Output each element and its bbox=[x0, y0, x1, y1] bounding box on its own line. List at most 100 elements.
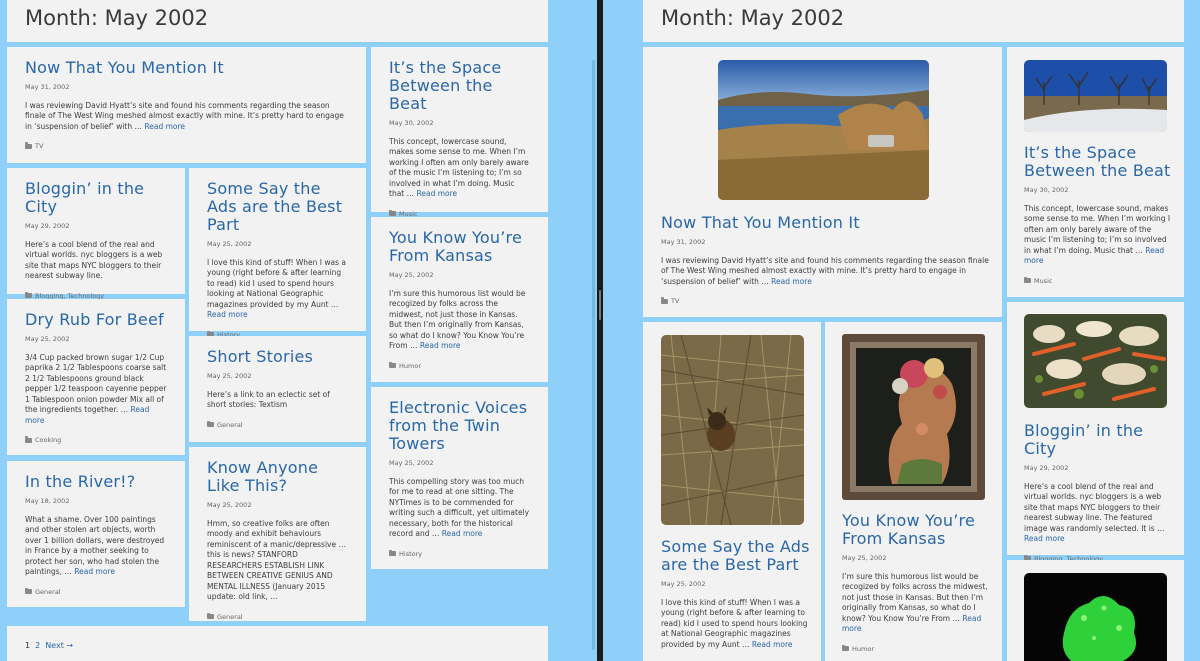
folder-icon bbox=[25, 142, 32, 149]
dog-in-grass-photo[interactable] bbox=[661, 335, 804, 525]
post-title-link[interactable]: It’s the Space Between the Beat bbox=[1024, 144, 1172, 180]
post-card: Know Anyone Like This? May 25, 2002 Hmm,… bbox=[189, 447, 366, 621]
post-title-link[interactable]: In the River!? bbox=[25, 473, 167, 491]
read-more-link[interactable]: Read more bbox=[74, 567, 115, 576]
next-page-link[interactable]: Next → bbox=[45, 641, 73, 650]
category-link[interactable]: General bbox=[35, 588, 61, 596]
post-date[interactable]: May 30, 2002 bbox=[389, 119, 530, 127]
post-date[interactable]: May 30, 2002 bbox=[1024, 186, 1172, 194]
post-excerpt: I was reviewing David Hyatt’s site and f… bbox=[25, 100, 344, 131]
page-title: Month: May 2002 bbox=[661, 6, 845, 30]
archive-header: Month: May 2002 bbox=[7, 0, 548, 42]
category-link[interactable]: Cooking bbox=[35, 436, 61, 444]
scrollbar[interactable] bbox=[592, 60, 595, 650]
post-category: General bbox=[207, 612, 348, 621]
post-card: In the River!? May 18, 2002 What a shame… bbox=[7, 461, 185, 607]
post-card: Dry Rub For Beef May 25, 2002 3/4 Cup pa… bbox=[7, 299, 185, 455]
post-excerpt: This concept, lowercase sound, makes som… bbox=[389, 136, 529, 199]
category-link[interactable]: TV bbox=[35, 142, 43, 150]
post-title-link[interactable]: You Know You’re From Kansas bbox=[389, 229, 530, 265]
read-more-link[interactable]: Read more bbox=[1024, 534, 1065, 543]
post-title-link[interactable]: Dry Rub For Beef bbox=[25, 311, 167, 329]
post-category: Cooking bbox=[25, 436, 167, 444]
post-title-link[interactable]: Know Anyone Like This? bbox=[207, 459, 348, 495]
lake-landscape-photo[interactable] bbox=[718, 60, 929, 200]
post-category: History bbox=[389, 549, 530, 558]
read-more-link[interactable]: Read more bbox=[752, 640, 793, 649]
post-card: Bloggin’ in the City May 29, 2002 Here’s… bbox=[1007, 302, 1184, 563]
category-link[interactable]: General bbox=[217, 613, 243, 621]
post-date[interactable]: May 25, 2002 bbox=[207, 372, 348, 380]
post-category: TV bbox=[661, 297, 991, 305]
post-title-link[interactable]: Bloggin’ in the City bbox=[1024, 422, 1172, 458]
post-excerpt: Here’s a link to an eclectic set of shor… bbox=[207, 389, 330, 410]
left-browser-pane: Month: May 2002 Now That You Mention It … bbox=[0, 0, 597, 661]
folder-icon bbox=[389, 209, 396, 217]
category-link[interactable]: Music bbox=[1034, 277, 1053, 285]
post-date[interactable]: May 25, 2002 bbox=[389, 271, 530, 279]
read-more-link[interactable]: Read more bbox=[417, 189, 458, 198]
category-link[interactable]: General bbox=[217, 421, 243, 429]
post-date[interactable]: May 29, 2002 bbox=[25, 222, 167, 230]
read-more-link[interactable]: Read more bbox=[771, 277, 812, 286]
post-title-link[interactable]: Bloggin’ in the City bbox=[25, 180, 167, 216]
read-more-link[interactable]: Read more bbox=[442, 529, 483, 538]
post-excerpt: What a shame. Over 100 paintings and oth… bbox=[25, 514, 165, 577]
read-more-link[interactable]: Read more bbox=[420, 341, 461, 350]
post-date[interactable]: May 25, 2002 bbox=[25, 335, 167, 343]
post-date[interactable]: May 31, 2002 bbox=[25, 83, 348, 91]
post-title-link[interactable]: Now That You Mention It bbox=[661, 214, 991, 232]
post-category: Humor bbox=[389, 361, 530, 370]
folder-icon bbox=[389, 549, 396, 557]
post-date[interactable]: May 25, 2002 bbox=[207, 501, 348, 509]
post-title-link[interactable]: It’s the Space Between the Beat bbox=[389, 59, 530, 113]
folder-icon bbox=[661, 297, 668, 304]
post-category: TV bbox=[25, 142, 348, 150]
post-excerpt: Hmm, so creative folks are often moody a… bbox=[207, 518, 346, 602]
post-date[interactable]: May 18, 2002 bbox=[25, 497, 167, 505]
post-card: Short Stories May 25, 2002 Here’s a link… bbox=[189, 336, 366, 442]
arcimboldo-painting[interactable] bbox=[842, 334, 985, 500]
read-more-link[interactable]: Read more bbox=[207, 310, 248, 319]
post-title-link[interactable]: Some Say the Ads are the Best Part bbox=[661, 538, 811, 574]
post-category: Music bbox=[1024, 276, 1172, 285]
post-card: It’s the Space Between the Beat May 30, … bbox=[1007, 47, 1184, 297]
post-card bbox=[1007, 560, 1184, 661]
post-card: You Know You’re From Kansas May 25, 2002… bbox=[371, 217, 548, 382]
folder-icon bbox=[207, 612, 214, 620]
post-date[interactable]: May 25, 2002 bbox=[842, 554, 992, 562]
post-date[interactable]: May 29, 2002 bbox=[1024, 464, 1172, 472]
vegetables-photo[interactable] bbox=[1024, 314, 1167, 408]
post-card: It’s the Space Between the Beat May 30, … bbox=[371, 47, 548, 218]
post-title-link[interactable]: Some Say the Ads are the Best Part bbox=[207, 180, 348, 234]
green-mineral-photo[interactable] bbox=[1024, 573, 1167, 661]
post-card: Now That You Mention It May 31, 2002 I w… bbox=[643, 47, 1002, 317]
post-date[interactable]: May 31, 2002 bbox=[661, 238, 991, 246]
post-card: Some Say the Ads are the Best Part May 2… bbox=[643, 322, 821, 661]
folder-icon bbox=[25, 291, 32, 299]
page-title: Month: May 2002 bbox=[25, 6, 209, 30]
category-link[interactable]: Humor bbox=[399, 362, 421, 370]
post-excerpt: This concept, lowercase sound, makes som… bbox=[1024, 203, 1171, 266]
post-title-link[interactable]: Now That You Mention It bbox=[25, 59, 348, 77]
post-date[interactable]: May 25, 2002 bbox=[207, 240, 348, 248]
post-category: General bbox=[25, 587, 167, 596]
post-excerpt: 3/4 Cup packed brown sugar 1/2 Cup papri… bbox=[25, 352, 167, 425]
winter-trees-photo[interactable] bbox=[1024, 60, 1167, 132]
post-date[interactable]: May 25, 2002 bbox=[389, 459, 530, 467]
page-2-link[interactable]: 2 bbox=[35, 641, 40, 650]
archive-header: Month: May 2002 bbox=[643, 0, 1184, 42]
category-link[interactable]: History bbox=[399, 550, 422, 558]
post-title-link[interactable]: Short Stories bbox=[207, 348, 348, 366]
post-excerpt: I love this kind of stuff! When I was a … bbox=[207, 257, 347, 320]
category-link[interactable]: TV bbox=[671, 297, 679, 305]
divider-handle[interactable] bbox=[599, 290, 601, 320]
post-excerpt: I’m sure this humorous list would be rec… bbox=[389, 288, 526, 351]
post-title-link[interactable]: You Know You’re From Kansas bbox=[842, 512, 992, 548]
read-more-link[interactable]: Read more bbox=[144, 122, 185, 131]
current-page: 1 bbox=[25, 641, 31, 650]
post-excerpt: Here’s a cool blend of the real and virt… bbox=[25, 239, 163, 281]
post-title-link[interactable]: Electronic Voices from the Twin Towers bbox=[389, 399, 530, 453]
category-link[interactable]: Humor bbox=[852, 645, 874, 653]
post-date[interactable]: May 25, 2002 bbox=[661, 580, 811, 588]
